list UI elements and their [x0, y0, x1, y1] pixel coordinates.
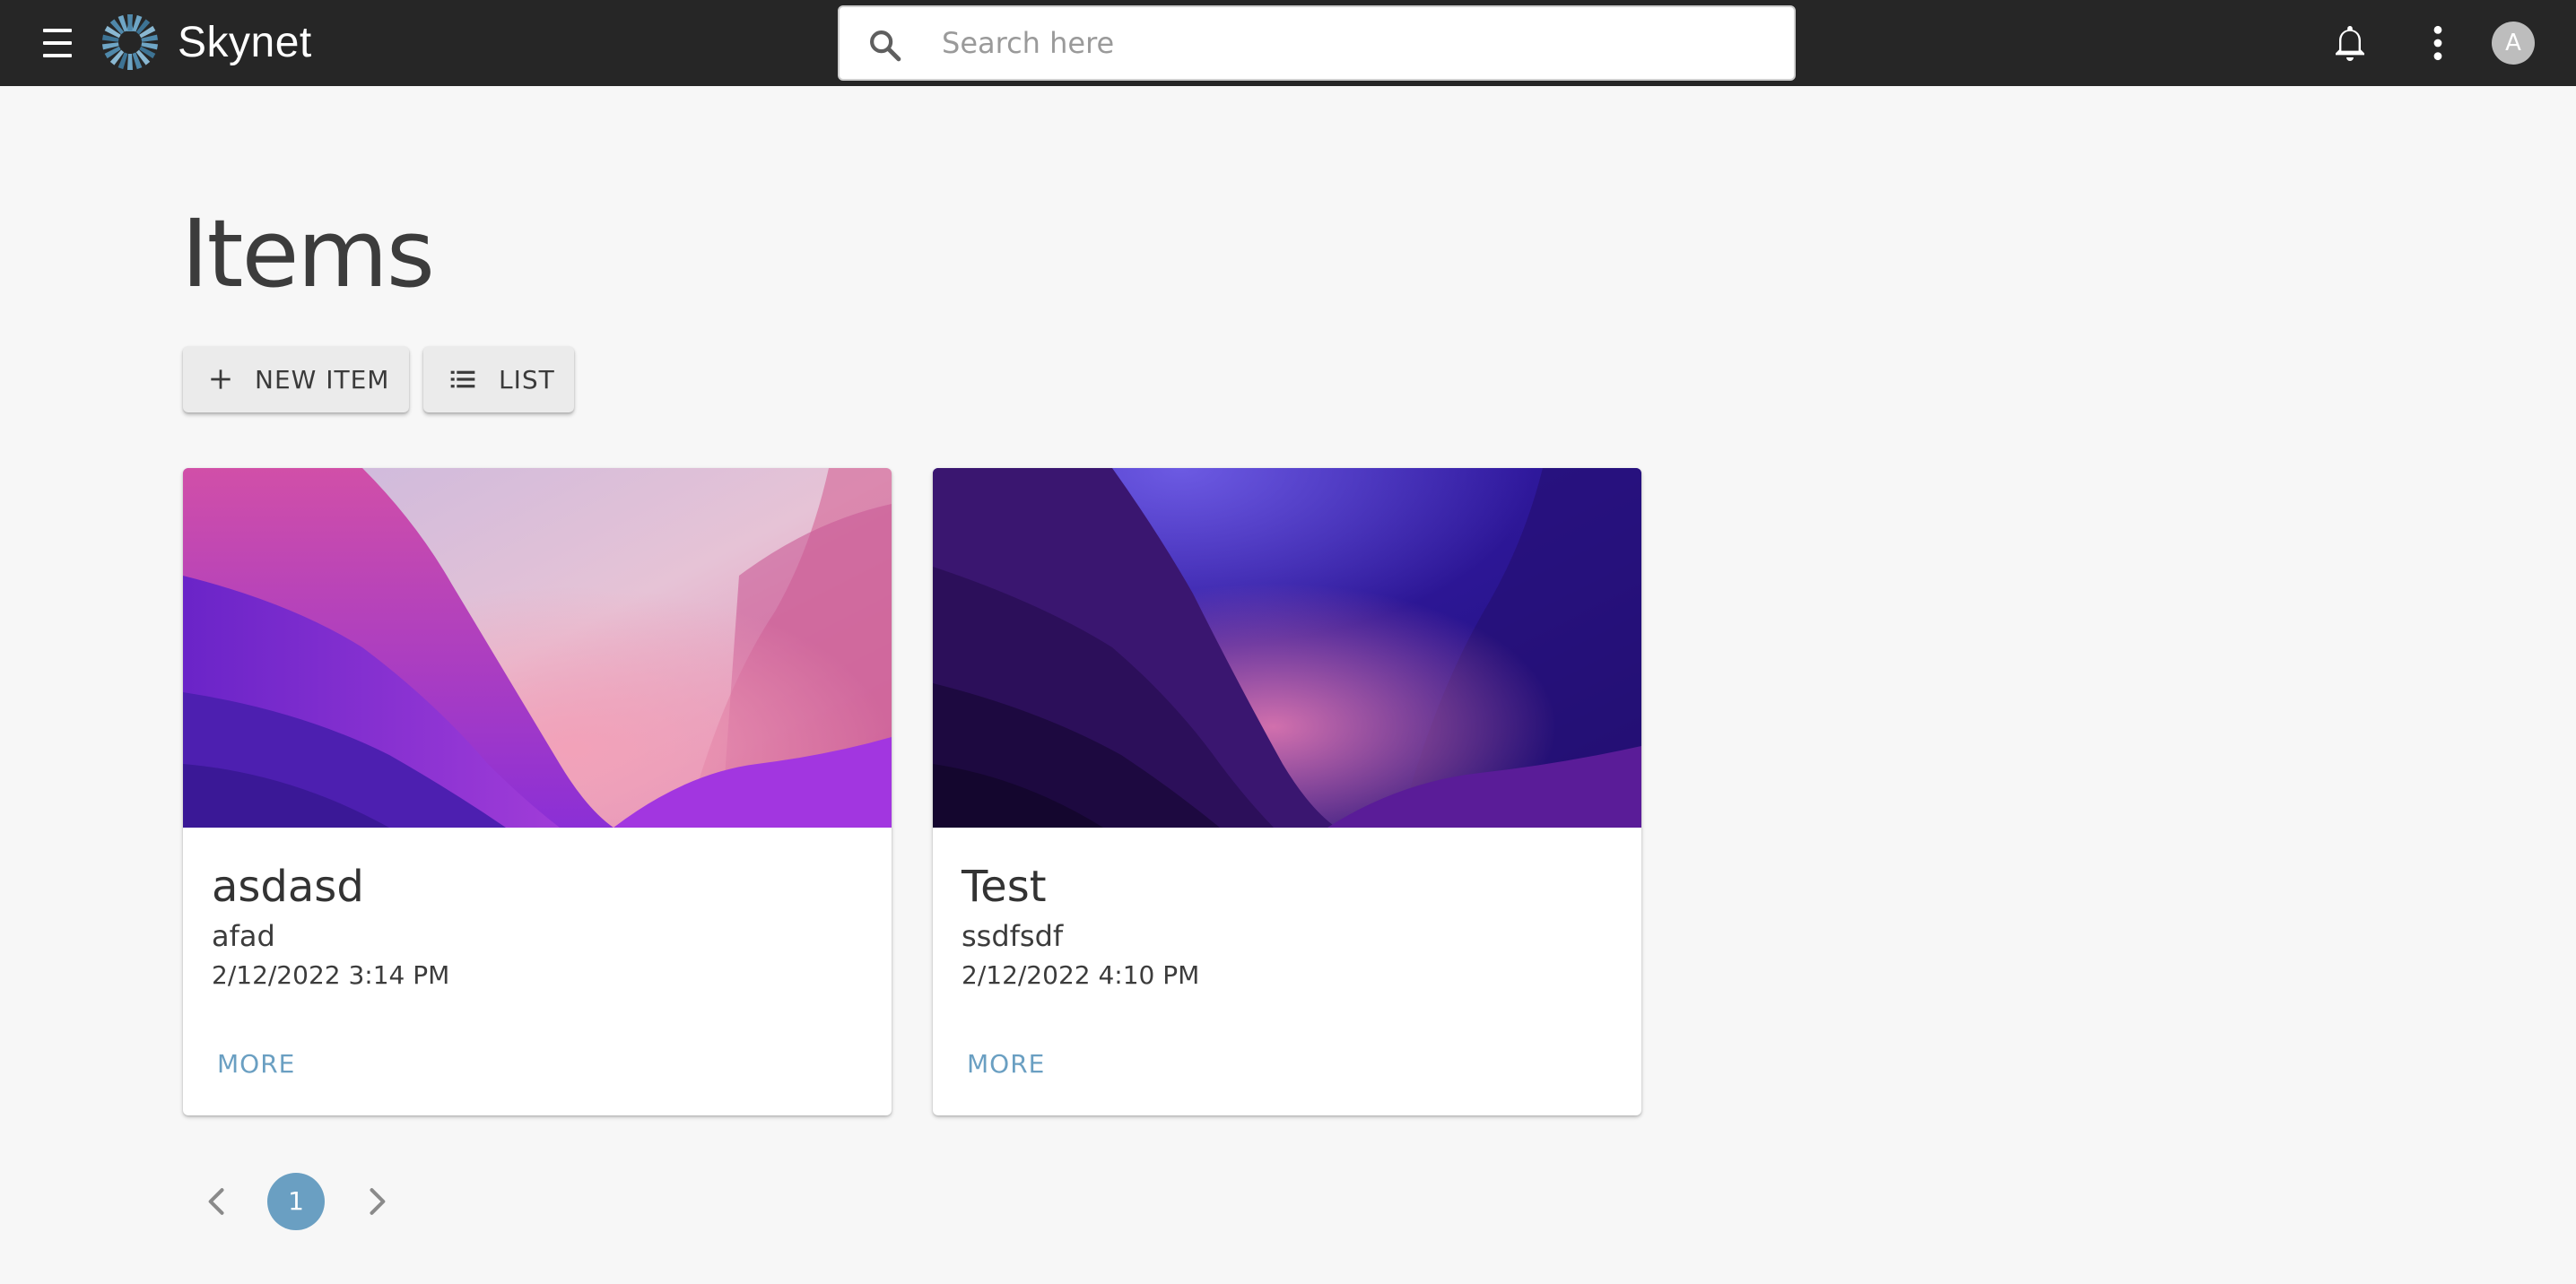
page-title: Items [181, 199, 435, 308]
card-subtitle: afad [212, 919, 275, 953]
plus-icon [211, 369, 231, 389]
more-vert-icon[interactable] [2422, 23, 2454, 63]
item-card: asdasd afad 2/12/2022 3:14 PM MORE [183, 468, 892, 1115]
card-subtitle: ssdfsdf [962, 919, 1064, 953]
app-title: Skynet [178, 19, 312, 66]
avatar[interactable]: A [2492, 22, 2535, 65]
list-icon [450, 370, 475, 388]
menu-icon [43, 29, 72, 32]
card-date: 2/12/2022 3:14 PM [212, 960, 450, 990]
search-icon [870, 30, 901, 62]
card-image [933, 468, 1641, 828]
item-card: Test ssdfsdf 2/12/2022 4:10 PM MORE [933, 468, 1641, 1115]
card-title: Test [962, 862, 1047, 912]
search-box[interactable] [838, 5, 1796, 81]
pagination-current-page[interactable]: 1 [267, 1173, 325, 1230]
card-date: 2/12/2022 4:10 PM [962, 960, 1200, 990]
chevron-left-icon[interactable] [197, 1182, 237, 1221]
card-more-button[interactable]: MORE [205, 1044, 308, 1084]
new-item-button[interactable]: NEW ITEM [183, 346, 409, 412]
list-view-button[interactable]: LIST [423, 346, 574, 412]
menu-button[interactable] [39, 27, 75, 59]
card-image [183, 468, 892, 828]
list-label: LIST [499, 364, 555, 395]
card-title: asdasd [212, 862, 364, 912]
top-app-bar: Skynet A [0, 0, 2576, 86]
card-more-button[interactable]: MORE [954, 1044, 1057, 1084]
skynet-logo [101, 14, 159, 70]
new-item-label: NEW ITEM [255, 364, 390, 395]
menu-icon-bar [43, 54, 72, 57]
menu-icon-bar [43, 41, 72, 45]
bell-icon[interactable] [2328, 22, 2371, 65]
search-input[interactable] [940, 16, 1765, 70]
chevron-right-icon[interactable] [357, 1182, 396, 1221]
